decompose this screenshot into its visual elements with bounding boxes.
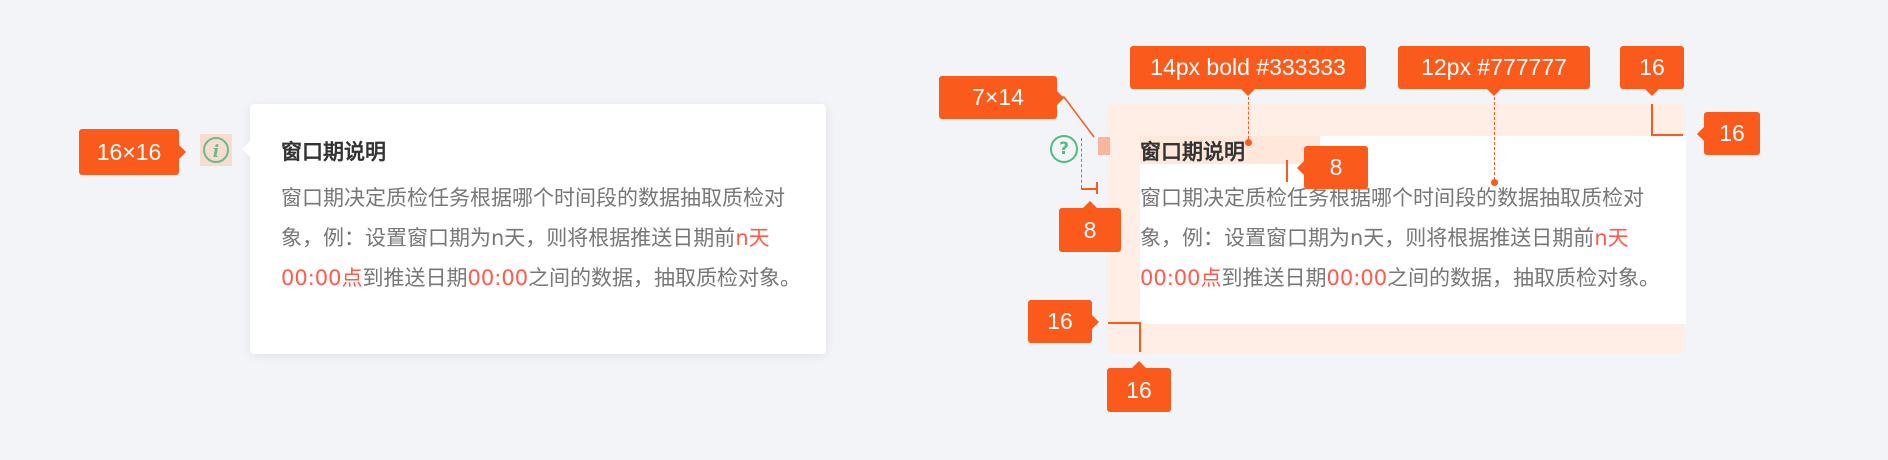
padding-left-annotation: 16 xyxy=(1028,300,1099,343)
info-icon[interactable]: i xyxy=(203,137,229,163)
spec-body-text-1: 窗口期决定质检任务根据哪个时间段的数据抽取质检对象，例：设置窗口期为n天，则将根… xyxy=(1140,186,1644,250)
gap-marker-h xyxy=(1081,188,1097,190)
spec-body-highlight-2: 00:00 xyxy=(1326,266,1388,290)
gap-annotation: 8 xyxy=(1059,201,1121,252)
title-body-gap-line xyxy=(1286,160,1288,182)
tooltip-card: 窗口期说明 窗口期决定质检任务根据哪个时间段的数据抽取质检对象，例：设置窗口期为… xyxy=(242,104,826,354)
icon-size-annotation: 16×16 xyxy=(79,129,186,175)
body-text-1: 窗口期决定质检任务根据哪个时间段的数据抽取质检对象，例：设置窗口期为n天，则将根… xyxy=(281,186,785,250)
arrow-size-annotation: 7×14 xyxy=(939,76,1064,119)
body-style-annotation: 12px #777777 xyxy=(1398,46,1590,96)
tooltip-body: 窗口期决定质检任务根据哪个时间段的数据抽取质检对象，例：设置窗口期为n天，则将根… xyxy=(281,178,826,298)
padding-top-annotation: 16 xyxy=(1620,46,1684,96)
title-dot xyxy=(1245,139,1252,146)
gap-marker-tick xyxy=(1096,182,1098,194)
gap-marker-line xyxy=(1081,138,1082,188)
body-highlight-2: 00:00 xyxy=(467,266,529,290)
title-leader xyxy=(1248,92,1249,139)
spec-tooltip-body: 窗口期决定质检任务根据哪个时间段的数据抽取质检对象，例：设置窗口期为n天，则将根… xyxy=(1140,178,1685,298)
body-dot xyxy=(1491,179,1498,186)
body-leader xyxy=(1494,92,1495,180)
body-text-3: 之间的数据，抽取质检对象。 xyxy=(528,266,802,290)
padding-top-corner xyxy=(1651,134,1683,136)
padding-bottom-annotation: 16 xyxy=(1107,361,1171,412)
spec-body-text-3: 之间的数据，抽取质检对象。 xyxy=(1387,266,1661,290)
tooltip-title: 窗口期说明 xyxy=(281,140,386,164)
title-body-gap-annotation: 8 xyxy=(1297,146,1368,189)
spec-tooltip-title: 窗口期说明 xyxy=(1140,140,1245,164)
padding-right-annotation: 16 xyxy=(1697,112,1760,155)
spec-tooltip-card: 窗口期说明 窗口期决定质检任务根据哪个时间段的数据抽取质检对象，例：设置窗口期为… xyxy=(1100,104,1686,354)
body-text-2: 到推送日期 xyxy=(362,266,468,290)
padding-left-corner xyxy=(1139,322,1141,352)
padding-left-line xyxy=(1108,322,1140,324)
padding-top-line xyxy=(1651,104,1653,136)
arrow-leader-line xyxy=(1056,96,1095,138)
title-style-annotation: 14px bold #333333 xyxy=(1130,46,1366,96)
spec-body-text-2: 到推送日期 xyxy=(1221,266,1327,290)
